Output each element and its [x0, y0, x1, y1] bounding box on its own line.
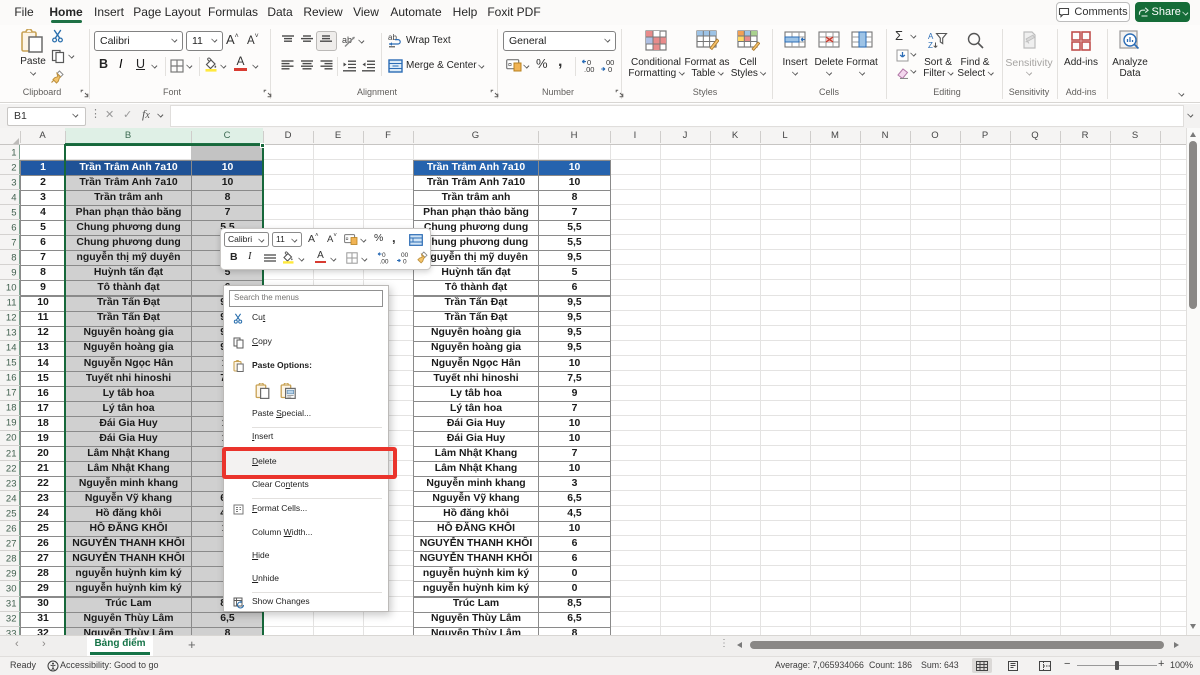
svg-text:.00: .00 [380, 259, 389, 265]
svg-text:A: A [928, 32, 934, 41]
svg-text:0: 0 [403, 259, 407, 265]
svg-text:¤: ¤ [508, 62, 512, 69]
svg-text:ab: ab [388, 33, 397, 42]
svg-text:¤: ¤ [346, 236, 349, 242]
svg-text:.00: .00 [584, 65, 594, 73]
svg-text:Z: Z [928, 41, 933, 50]
svg-text:0: 0 [608, 65, 612, 73]
